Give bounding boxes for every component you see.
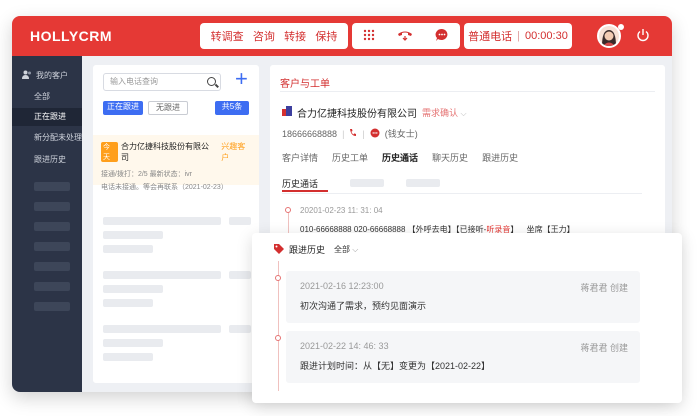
chevron-down-icon: ⌵ bbox=[352, 245, 359, 254]
transfer-button[interactable]: 转接 bbox=[284, 28, 306, 44]
placeholder-row bbox=[229, 217, 251, 225]
need-status-dropdown[interactable]: 需求确认 ⌵ bbox=[422, 106, 467, 119]
brand-logo: HOLLYCRM bbox=[30, 28, 113, 44]
filter-following-button[interactable]: 正在跟进 bbox=[103, 101, 143, 115]
sidebar-placeholder bbox=[34, 182, 70, 191]
placeholder-row bbox=[103, 353, 153, 361]
sidebar-title: 我的客户 bbox=[22, 70, 68, 81]
placeholder-row bbox=[103, 271, 221, 279]
notification-dot bbox=[618, 24, 624, 30]
followup-entry[interactable]: 2021-02-16 12:23:00 蒋君君 创建 初次沟通了需求，预约见面演… bbox=[286, 271, 640, 323]
tab-call-history[interactable]: 历史通话 bbox=[382, 151, 418, 164]
entry-time: 2021-02-22 14: 46: 33 bbox=[300, 341, 389, 351]
contact-row: 18666668888 | | (钱女士) bbox=[282, 127, 418, 140]
placeholder-tab bbox=[350, 179, 384, 187]
sidebar-placeholder bbox=[34, 222, 70, 231]
followup-entry[interactable]: 2021-02-22 14: 46: 33 蒋君君 创建 跟进计划时间：从【无】… bbox=[286, 331, 640, 383]
tab-followup-history[interactable]: 跟进历史 bbox=[482, 151, 518, 164]
add-icon[interactable]: + bbox=[235, 68, 248, 90]
sidebar-item-all[interactable]: 全部 bbox=[12, 88, 82, 106]
entry-text: 初次沟通了需求，预约见面演示 bbox=[300, 301, 427, 311]
section-title: 客户与工单 bbox=[280, 79, 330, 90]
entry-time: 2021-02-16 12:23:00 bbox=[300, 281, 384, 291]
divider bbox=[282, 193, 642, 194]
tab-customer-detail[interactable]: 客户详情 bbox=[282, 151, 318, 164]
hold-button[interactable]: 保持 bbox=[315, 28, 337, 44]
sidebar-placeholder bbox=[34, 302, 70, 311]
customer-list-panel: 输入电话查询 + 正在跟进 无跟进 共5条 今天 合力亿捷科技股份有限公司 兴趣… bbox=[93, 65, 259, 383]
contact-name: (钱女士) bbox=[384, 129, 418, 139]
separator: | bbox=[362, 128, 365, 139]
tag-icon bbox=[274, 243, 284, 256]
detail-tabs: 客户详情 历史工单 历史通话 聊天历史 跟进历史 bbox=[282, 151, 518, 164]
followup-header: 跟进历史 全部 ⌵ bbox=[274, 243, 358, 256]
timeline-dot bbox=[285, 207, 291, 213]
status-badge: 兴趣客户 bbox=[221, 142, 246, 162]
phone-status: 普通电话 | 00:00:30 bbox=[464, 23, 572, 49]
placeholder-row bbox=[103, 245, 153, 253]
placeholder-row bbox=[103, 339, 163, 347]
call-icon-group bbox=[352, 23, 460, 49]
sidebar-item-history[interactable]: 跟进历史 bbox=[12, 151, 82, 169]
entry-text: 跟进计划时间：从【无】变更为【2021-02-22】 bbox=[300, 361, 491, 371]
chevron-down-icon: ⌵ bbox=[460, 109, 467, 118]
placeholder-row bbox=[103, 325, 221, 333]
followup-history-card: 跟进历史 全部 ⌵ 2021-02-16 12:23:00 蒋君君 创建 初次沟… bbox=[252, 233, 682, 403]
top-bar: HOLLYCRM 转调查 咨询 转接 保持 普通电话 | 00:00:30 bbox=[12, 16, 672, 56]
company-icon bbox=[282, 106, 292, 119]
hangup-icon[interactable] bbox=[396, 29, 414, 44]
sidebar-placeholder bbox=[34, 242, 70, 251]
filter-no-follow-button[interactable]: 无跟进 bbox=[148, 101, 188, 115]
grid-icon[interactable] bbox=[363, 29, 375, 44]
power-icon[interactable] bbox=[636, 28, 650, 45]
call-stats: 接通/拨打：2/5 最新状态：ivr bbox=[101, 171, 193, 178]
timeline-dot bbox=[275, 335, 281, 341]
timeline-dot bbox=[275, 275, 281, 281]
followup-title: 跟进历史 bbox=[289, 245, 326, 255]
call-time: 20201-02-23 11: 31: 04 bbox=[300, 206, 383, 215]
placeholder-row bbox=[229, 325, 251, 333]
separator: | bbox=[342, 128, 345, 139]
call-timer: 00:00:30 bbox=[525, 30, 568, 42]
count-badge: 共5条 bbox=[215, 101, 249, 115]
sidebar-placeholder bbox=[34, 202, 70, 211]
phone-number: 18666668888 bbox=[282, 128, 338, 139]
sidebar-placeholder bbox=[34, 282, 70, 291]
call-actions: 转调查 咨询 转接 保持 bbox=[200, 23, 348, 49]
placeholder-row bbox=[103, 217, 221, 225]
sidebar-item-unassigned[interactable]: 新分配未处理 bbox=[12, 129, 82, 147]
consult-button[interactable]: 咨询 bbox=[253, 28, 275, 44]
phone-icon[interactable] bbox=[349, 128, 357, 139]
sidebar-item-following[interactable]: 正在跟进 bbox=[12, 108, 82, 126]
today-tag: 今天 bbox=[101, 142, 119, 162]
divider bbox=[280, 91, 655, 92]
entry-author: 蒋君君 创建 bbox=[580, 343, 628, 353]
placeholder-row bbox=[229, 271, 251, 279]
user-group-icon bbox=[22, 70, 32, 81]
company-row: 合力亿捷科技股份有限公司 需求确认 ⌵ bbox=[282, 105, 467, 120]
followup-filter-dropdown[interactable]: 全部 ⌵ bbox=[334, 244, 358, 255]
phone-type-label: 普通电话 bbox=[468, 31, 513, 43]
search-icon[interactable] bbox=[207, 77, 216, 86]
placeholder-tab bbox=[406, 179, 440, 187]
chat-icon[interactable] bbox=[435, 28, 449, 45]
tab-history-tickets[interactable]: 历史工单 bbox=[332, 151, 368, 164]
placeholder-row bbox=[103, 285, 163, 293]
placeholder-row bbox=[103, 299, 153, 307]
transfer-survey-button[interactable]: 转调查 bbox=[211, 28, 244, 44]
entry-author: 蒋君君 创建 bbox=[580, 283, 628, 293]
company-name: 合力亿捷科技股份有限公司 bbox=[121, 142, 210, 162]
list-item[interactable]: 今天 合力亿捷科技股份有限公司 兴趣客户 接通/拨打：2/5 最新状态：ivr … bbox=[93, 135, 259, 191]
placeholder-row bbox=[103, 231, 163, 239]
chat-icon[interactable] bbox=[370, 128, 380, 140]
last-note: 电话未接通。等会再联系（2021-02-23） bbox=[101, 184, 228, 191]
search-input[interactable]: 输入电话查询 bbox=[103, 73, 221, 91]
subtab-call-history[interactable]: 历史通话 bbox=[282, 177, 318, 190]
sidebar: 我的客户 全部 正在跟进 新分配未处理 跟进历史 bbox=[12, 56, 82, 392]
sidebar-placeholder bbox=[34, 262, 70, 271]
separator: | bbox=[517, 30, 521, 42]
tab-chat-history[interactable]: 聊天历史 bbox=[432, 151, 468, 164]
company-name: 合力亿捷科技股份有限公司 bbox=[297, 109, 417, 120]
subtab-underline bbox=[282, 190, 328, 192]
